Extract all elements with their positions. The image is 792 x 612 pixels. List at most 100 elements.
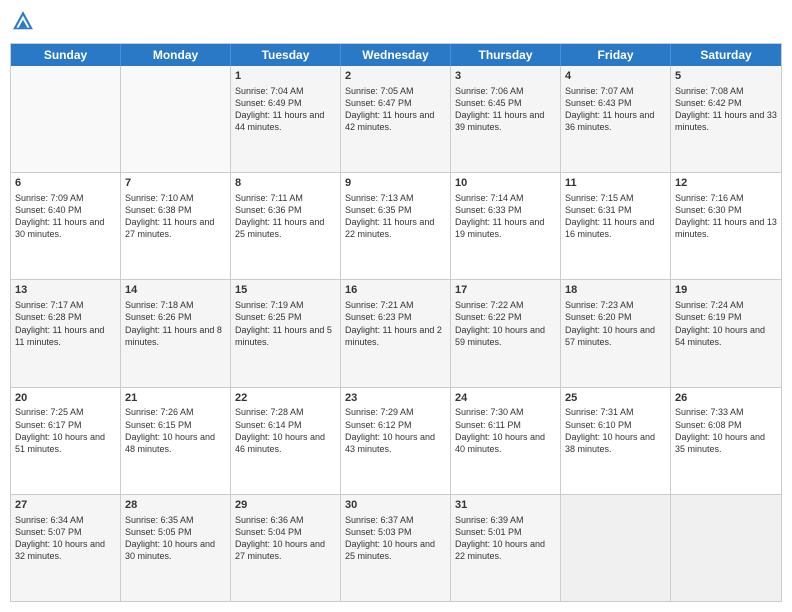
header-day-monday: Monday: [121, 44, 231, 66]
day-number: 24: [455, 391, 556, 406]
calendar-cell: 27Sunrise: 6:34 AM Sunset: 5:07 PM Dayli…: [11, 495, 121, 601]
day-number: 20: [15, 391, 116, 406]
day-number: 28: [125, 498, 226, 513]
day-number: 2: [345, 69, 446, 84]
calendar-cell: [671, 495, 781, 601]
calendar-cell: 28Sunrise: 6:35 AM Sunset: 5:05 PM Dayli…: [121, 495, 231, 601]
calendar-cell: 7Sunrise: 7:10 AM Sunset: 6:38 PM Daylig…: [121, 173, 231, 279]
day-number: 1: [235, 69, 336, 84]
day-number: 12: [675, 176, 777, 191]
calendar-cell: 23Sunrise: 7:29 AM Sunset: 6:12 PM Dayli…: [341, 388, 451, 494]
calendar-cell: [11, 66, 121, 172]
calendar-cell: 19Sunrise: 7:24 AM Sunset: 6:19 PM Dayli…: [671, 280, 781, 386]
calendar-cell: 2Sunrise: 7:05 AM Sunset: 6:47 PM Daylig…: [341, 66, 451, 172]
calendar-cell: 8Sunrise: 7:11 AM Sunset: 6:36 PM Daylig…: [231, 173, 341, 279]
calendar-cell: 25Sunrise: 7:31 AM Sunset: 6:10 PM Dayli…: [561, 388, 671, 494]
day-number: 27: [15, 498, 116, 513]
calendar-cell: 20Sunrise: 7:25 AM Sunset: 6:17 PM Dayli…: [11, 388, 121, 494]
calendar-week-5: 27Sunrise: 6:34 AM Sunset: 5:07 PM Dayli…: [11, 495, 781, 601]
day-number: 13: [15, 283, 116, 298]
cell-detail: Sunrise: 7:21 AM Sunset: 6:23 PM Dayligh…: [345, 299, 446, 348]
cell-detail: Sunrise: 7:16 AM Sunset: 6:30 PM Dayligh…: [675, 192, 777, 241]
calendar-week-4: 20Sunrise: 7:25 AM Sunset: 6:17 PM Dayli…: [11, 388, 781, 495]
calendar-cell: 31Sunrise: 6:39 AM Sunset: 5:01 PM Dayli…: [451, 495, 561, 601]
calendar-cell: 4Sunrise: 7:07 AM Sunset: 6:43 PM Daylig…: [561, 66, 671, 172]
calendar-cell: 22Sunrise: 7:28 AM Sunset: 6:14 PM Dayli…: [231, 388, 341, 494]
cell-detail: Sunrise: 7:26 AM Sunset: 6:15 PM Dayligh…: [125, 406, 226, 455]
calendar-cell: 10Sunrise: 7:14 AM Sunset: 6:33 PM Dayli…: [451, 173, 561, 279]
day-number: 4: [565, 69, 666, 84]
cell-detail: Sunrise: 6:37 AM Sunset: 5:03 PM Dayligh…: [345, 514, 446, 563]
calendar-cell: 21Sunrise: 7:26 AM Sunset: 6:15 PM Dayli…: [121, 388, 231, 494]
calendar-cell: 24Sunrise: 7:30 AM Sunset: 6:11 PM Dayli…: [451, 388, 561, 494]
calendar-cell: [121, 66, 231, 172]
cell-detail: Sunrise: 7:09 AM Sunset: 6:40 PM Dayligh…: [15, 192, 116, 241]
calendar-cell: 12Sunrise: 7:16 AM Sunset: 6:30 PM Dayli…: [671, 173, 781, 279]
cell-detail: Sunrise: 7:17 AM Sunset: 6:28 PM Dayligh…: [15, 299, 116, 348]
header-day-wednesday: Wednesday: [341, 44, 451, 66]
calendar-cell: [561, 495, 671, 601]
logo: [10, 10, 38, 37]
header-day-friday: Friday: [561, 44, 671, 66]
calendar-cell: 15Sunrise: 7:19 AM Sunset: 6:25 PM Dayli…: [231, 280, 341, 386]
cell-detail: Sunrise: 7:14 AM Sunset: 6:33 PM Dayligh…: [455, 192, 556, 241]
day-number: 6: [15, 176, 116, 191]
calendar-cell: 16Sunrise: 7:21 AM Sunset: 6:23 PM Dayli…: [341, 280, 451, 386]
cell-detail: Sunrise: 7:11 AM Sunset: 6:36 PM Dayligh…: [235, 192, 336, 241]
day-number: 31: [455, 498, 556, 513]
day-number: 10: [455, 176, 556, 191]
cell-detail: Sunrise: 7:05 AM Sunset: 6:47 PM Dayligh…: [345, 85, 446, 134]
calendar-cell: 14Sunrise: 7:18 AM Sunset: 6:26 PM Dayli…: [121, 280, 231, 386]
calendar-week-1: 1Sunrise: 7:04 AM Sunset: 6:49 PM Daylig…: [11, 66, 781, 173]
day-number: 26: [675, 391, 777, 406]
cell-detail: Sunrise: 7:04 AM Sunset: 6:49 PM Dayligh…: [235, 85, 336, 134]
calendar: SundayMondayTuesdayWednesdayThursdayFrid…: [10, 43, 782, 602]
cell-detail: Sunrise: 6:39 AM Sunset: 5:01 PM Dayligh…: [455, 514, 556, 563]
day-number: 17: [455, 283, 556, 298]
day-number: 19: [675, 283, 777, 298]
calendar-cell: 11Sunrise: 7:15 AM Sunset: 6:31 PM Dayli…: [561, 173, 671, 279]
cell-detail: Sunrise: 6:36 AM Sunset: 5:04 PM Dayligh…: [235, 514, 336, 563]
day-number: 15: [235, 283, 336, 298]
day-number: 22: [235, 391, 336, 406]
cell-detail: Sunrise: 7:15 AM Sunset: 6:31 PM Dayligh…: [565, 192, 666, 241]
calendar-body: 1Sunrise: 7:04 AM Sunset: 6:49 PM Daylig…: [11, 66, 781, 601]
cell-detail: Sunrise: 7:33 AM Sunset: 6:08 PM Dayligh…: [675, 406, 777, 455]
calendar-header: SundayMondayTuesdayWednesdayThursdayFrid…: [11, 44, 781, 66]
calendar-week-3: 13Sunrise: 7:17 AM Sunset: 6:28 PM Dayli…: [11, 280, 781, 387]
day-number: 29: [235, 498, 336, 513]
cell-detail: Sunrise: 7:24 AM Sunset: 6:19 PM Dayligh…: [675, 299, 777, 348]
day-number: 23: [345, 391, 446, 406]
calendar-cell: 30Sunrise: 6:37 AM Sunset: 5:03 PM Dayli…: [341, 495, 451, 601]
cell-detail: Sunrise: 6:35 AM Sunset: 5:05 PM Dayligh…: [125, 514, 226, 563]
calendar-cell: 6Sunrise: 7:09 AM Sunset: 6:40 PM Daylig…: [11, 173, 121, 279]
calendar-cell: 13Sunrise: 7:17 AM Sunset: 6:28 PM Dayli…: [11, 280, 121, 386]
cell-detail: Sunrise: 7:22 AM Sunset: 6:22 PM Dayligh…: [455, 299, 556, 348]
day-number: 3: [455, 69, 556, 84]
cell-detail: Sunrise: 7:07 AM Sunset: 6:43 PM Dayligh…: [565, 85, 666, 134]
calendar-cell: 9Sunrise: 7:13 AM Sunset: 6:35 PM Daylig…: [341, 173, 451, 279]
header-day-sunday: Sunday: [11, 44, 121, 66]
logo-icon: [12, 10, 34, 32]
calendar-cell: 3Sunrise: 7:06 AM Sunset: 6:45 PM Daylig…: [451, 66, 561, 172]
header-day-thursday: Thursday: [451, 44, 561, 66]
cell-detail: Sunrise: 7:13 AM Sunset: 6:35 PM Dayligh…: [345, 192, 446, 241]
day-number: 7: [125, 176, 226, 191]
cell-detail: Sunrise: 7:29 AM Sunset: 6:12 PM Dayligh…: [345, 406, 446, 455]
day-number: 5: [675, 69, 777, 84]
cell-detail: Sunrise: 7:06 AM Sunset: 6:45 PM Dayligh…: [455, 85, 556, 134]
cell-detail: Sunrise: 7:23 AM Sunset: 6:20 PM Dayligh…: [565, 299, 666, 348]
cell-detail: Sunrise: 7:31 AM Sunset: 6:10 PM Dayligh…: [565, 406, 666, 455]
day-number: 16: [345, 283, 446, 298]
cell-detail: Sunrise: 7:18 AM Sunset: 6:26 PM Dayligh…: [125, 299, 226, 348]
cell-detail: Sunrise: 7:25 AM Sunset: 6:17 PM Dayligh…: [15, 406, 116, 455]
day-number: 14: [125, 283, 226, 298]
calendar-week-2: 6Sunrise: 7:09 AM Sunset: 6:40 PM Daylig…: [11, 173, 781, 280]
calendar-cell: 29Sunrise: 6:36 AM Sunset: 5:04 PM Dayli…: [231, 495, 341, 601]
cell-detail: Sunrise: 7:10 AM Sunset: 6:38 PM Dayligh…: [125, 192, 226, 241]
day-number: 21: [125, 391, 226, 406]
header-day-saturday: Saturday: [671, 44, 781, 66]
calendar-cell: 18Sunrise: 7:23 AM Sunset: 6:20 PM Dayli…: [561, 280, 671, 386]
day-number: 9: [345, 176, 446, 191]
calendar-cell: 26Sunrise: 7:33 AM Sunset: 6:08 PM Dayli…: [671, 388, 781, 494]
